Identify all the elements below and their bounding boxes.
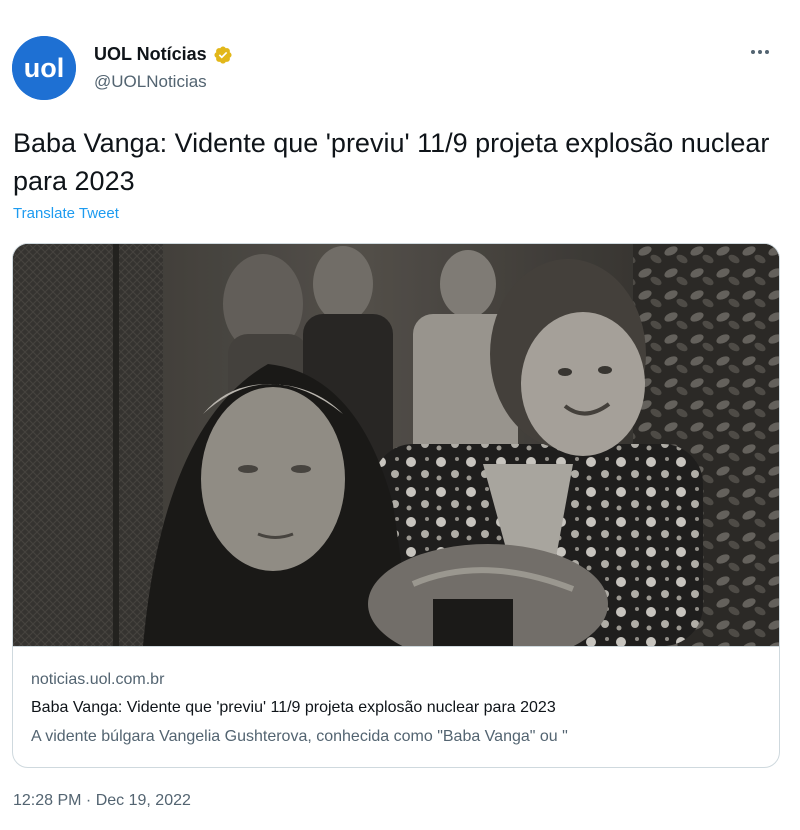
translate-tweet-link[interactable]: Translate Tweet — [13, 205, 119, 222]
tweet: uol UOL Notícias @UOLNoticias Baba Vanga… — [0, 0, 800, 830]
tweet-text: Baba Vanga: Vidente que 'previu' 11/9 pr… — [13, 128, 770, 196]
uol-logo-icon: uol — [12, 36, 76, 100]
author-handle[interactable]: @UOLNoticias — [94, 72, 207, 92]
more-dot — [758, 50, 762, 54]
card-photo — [13, 244, 779, 646]
avatar[interactable]: uol — [12, 36, 76, 100]
verified-badge-icon — [214, 45, 232, 64]
more-dot — [751, 50, 755, 54]
author-display-name[interactable]: UOL Notícias — [94, 44, 207, 65]
author-name-row: UOL Notícias — [94, 44, 233, 65]
link-card[interactable]: noticias.uol.com.br Baba Vanga: Vidente … — [12, 243, 780, 768]
card-title: Baba Vanga: Vidente que 'previu' 11/9 pr… — [31, 699, 556, 716]
tweet-timestamp[interactable]: 12:28 PM · Dec 19, 2022 — [13, 792, 191, 810]
more-dot — [765, 50, 769, 54]
card-domain: noticias.uol.com.br — [31, 671, 165, 688]
tweet-header: uol UOL Notícias @UOLNoticias — [12, 36, 788, 102]
avatar-text: uol — [24, 53, 65, 83]
card-body: noticias.uol.com.br Baba Vanga: Vidente … — [13, 646, 779, 767]
card-image — [13, 244, 779, 646]
more-options-icon[interactable] — [746, 42, 774, 62]
card-description: A vidente búlgara Vangelia Gushterova, c… — [31, 728, 568, 745]
